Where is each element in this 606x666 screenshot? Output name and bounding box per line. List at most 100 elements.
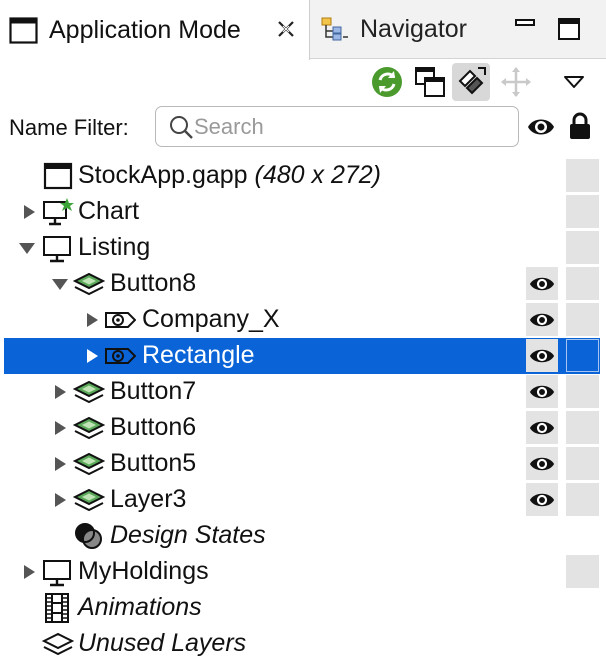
search-input[interactable] bbox=[194, 113, 494, 140]
tree-item-label: Design States bbox=[110, 521, 266, 549]
view-menu-icon bbox=[564, 76, 584, 88]
tree-item-label: Listing bbox=[78, 233, 151, 261]
tree-item-stockapp[interactable]: StockApp.gapp (480 x 272) bbox=[4, 158, 600, 194]
tree-item-button6[interactable]: Button6 bbox=[4, 410, 600, 446]
move-button[interactable] bbox=[497, 63, 535, 101]
tree-item-label: Animations bbox=[78, 593, 202, 621]
collapse-arrow-icon[interactable] bbox=[51, 275, 69, 293]
tab-application-mode[interactable]: Application Mode bbox=[0, 0, 310, 60]
eye-icon bbox=[529, 421, 555, 434]
eye-icon bbox=[529, 493, 555, 506]
layer-icon bbox=[73, 416, 105, 440]
collapse-arrow-icon[interactable] bbox=[18, 239, 36, 257]
widget-eye-icon bbox=[105, 348, 136, 364]
expand-arrow-icon[interactable] bbox=[51, 455, 69, 473]
lock-toggle[interactable] bbox=[566, 339, 599, 372]
screen-icon bbox=[43, 236, 71, 263]
search-box[interactable] bbox=[155, 106, 519, 147]
eye-icon bbox=[529, 385, 555, 398]
screen-icon bbox=[43, 560, 71, 587]
lock-toggle[interactable] bbox=[566, 195, 599, 228]
visibility-toggle[interactable] bbox=[526, 339, 558, 372]
eye-icon bbox=[529, 277, 555, 290]
name-filter-label: Name Filter: bbox=[9, 115, 129, 140]
tree-item-company-x[interactable]: Company_X bbox=[4, 302, 600, 338]
maximize-icon[interactable] bbox=[556, 16, 582, 42]
new-window-icon bbox=[415, 67, 445, 97]
tab-navigator[interactable]: Navigator bbox=[311, 0, 501, 59]
visibility-toggle[interactable] bbox=[526, 267, 558, 300]
expand-arrow-icon[interactable] bbox=[51, 419, 69, 437]
refresh-button[interactable] bbox=[368, 63, 406, 101]
eye-icon[interactable] bbox=[527, 113, 555, 141]
link-with-editor-button[interactable] bbox=[452, 63, 490, 101]
layer-outline-icon bbox=[42, 632, 74, 656]
lock-toggle[interactable] bbox=[566, 483, 599, 516]
lock-toggle[interactable] bbox=[566, 555, 599, 588]
tree-item-label: Layer3 bbox=[110, 485, 187, 513]
visibility-toggle[interactable] bbox=[526, 303, 558, 336]
expand-arrow-icon[interactable] bbox=[20, 563, 38, 581]
eye-icon bbox=[529, 349, 555, 362]
lock-toggle[interactable] bbox=[566, 303, 599, 336]
tree-item-label: Button7 bbox=[110, 377, 197, 405]
tree-item-button7[interactable]: Button7 bbox=[4, 374, 600, 410]
tree-item-myholdings[interactable]: MyHoldings bbox=[4, 554, 600, 590]
lock-toggle[interactable] bbox=[566, 231, 599, 264]
view-menu-button[interactable] bbox=[555, 63, 593, 101]
tree-item-chart[interactable]: Chart bbox=[4, 194, 600, 230]
tree-item-label: Company_X bbox=[142, 305, 280, 333]
move-icon bbox=[501, 67, 531, 97]
visibility-toggle[interactable] bbox=[526, 375, 558, 408]
new-window-button[interactable] bbox=[411, 63, 449, 101]
tree-item-listing[interactable]: Listing bbox=[4, 230, 600, 266]
layer-icon bbox=[73, 380, 105, 404]
widget-eye-icon bbox=[105, 312, 136, 328]
tree-item-label: Chart bbox=[78, 197, 140, 225]
tree-item-button8[interactable]: Button8 bbox=[4, 266, 600, 302]
resolution-label: (480 x 272) bbox=[247, 161, 381, 189]
hierarchy-icon bbox=[321, 17, 348, 41]
screen-star-icon bbox=[43, 198, 74, 226]
search-icon bbox=[170, 115, 193, 139]
tree-item-animations[interactable]: Animations bbox=[4, 590, 600, 626]
eye-icon bbox=[529, 457, 555, 470]
tree-item-label: Button8 bbox=[110, 269, 197, 297]
application-icon bbox=[43, 162, 73, 190]
tree-item-button5[interactable]: Button5 bbox=[4, 446, 600, 482]
design-states-icon bbox=[75, 523, 102, 549]
visibility-toggle[interactable] bbox=[526, 483, 558, 516]
lock-toggle[interactable] bbox=[566, 411, 599, 444]
layer-icon bbox=[73, 272, 105, 296]
tree-item-label: Rectangle bbox=[142, 341, 255, 369]
visibility-toggle[interactable] bbox=[526, 447, 558, 480]
tree-item-rectangle[interactable]: Rectangle bbox=[4, 338, 600, 374]
lock-toggle[interactable] bbox=[566, 159, 599, 192]
minimize-icon[interactable] bbox=[512, 16, 538, 42]
visibility-toggle[interactable] bbox=[526, 411, 558, 444]
expand-arrow-icon[interactable] bbox=[83, 311, 101, 329]
film-icon bbox=[45, 593, 69, 623]
view-tab-bar: Application Mode Navigator bbox=[0, 0, 606, 60]
expand-arrow-icon[interactable] bbox=[51, 491, 69, 509]
name-filter-row: Name Filter: bbox=[0, 104, 606, 150]
lock-toggle[interactable] bbox=[566, 267, 599, 300]
tree-item-unused-layers[interactable]: Unused Layers bbox=[4, 626, 600, 662]
tree-item-design-states[interactable]: Design States bbox=[4, 518, 600, 554]
expand-arrow-icon[interactable] bbox=[51, 383, 69, 401]
window-icon bbox=[9, 16, 38, 44]
layer-icon bbox=[73, 488, 105, 512]
refresh-icon bbox=[372, 67, 402, 97]
tree-item-label: MyHoldings bbox=[78, 557, 209, 585]
application-tree: StockApp.gapp (480 x 272) Chart Listing bbox=[0, 158, 606, 666]
expand-arrow-icon[interactable] bbox=[83, 347, 101, 365]
lock-toggle[interactable] bbox=[566, 375, 599, 408]
view-toolbar bbox=[0, 60, 606, 104]
tree-item-label: Button6 bbox=[110, 413, 197, 441]
layer-icon bbox=[73, 452, 105, 476]
tree-item-layer3[interactable]: Layer3 bbox=[4, 482, 600, 518]
lock-toggle[interactable] bbox=[566, 447, 599, 480]
expand-arrow-icon[interactable] bbox=[20, 203, 38, 221]
lock-icon[interactable] bbox=[568, 112, 592, 140]
close-icon[interactable] bbox=[274, 17, 298, 41]
